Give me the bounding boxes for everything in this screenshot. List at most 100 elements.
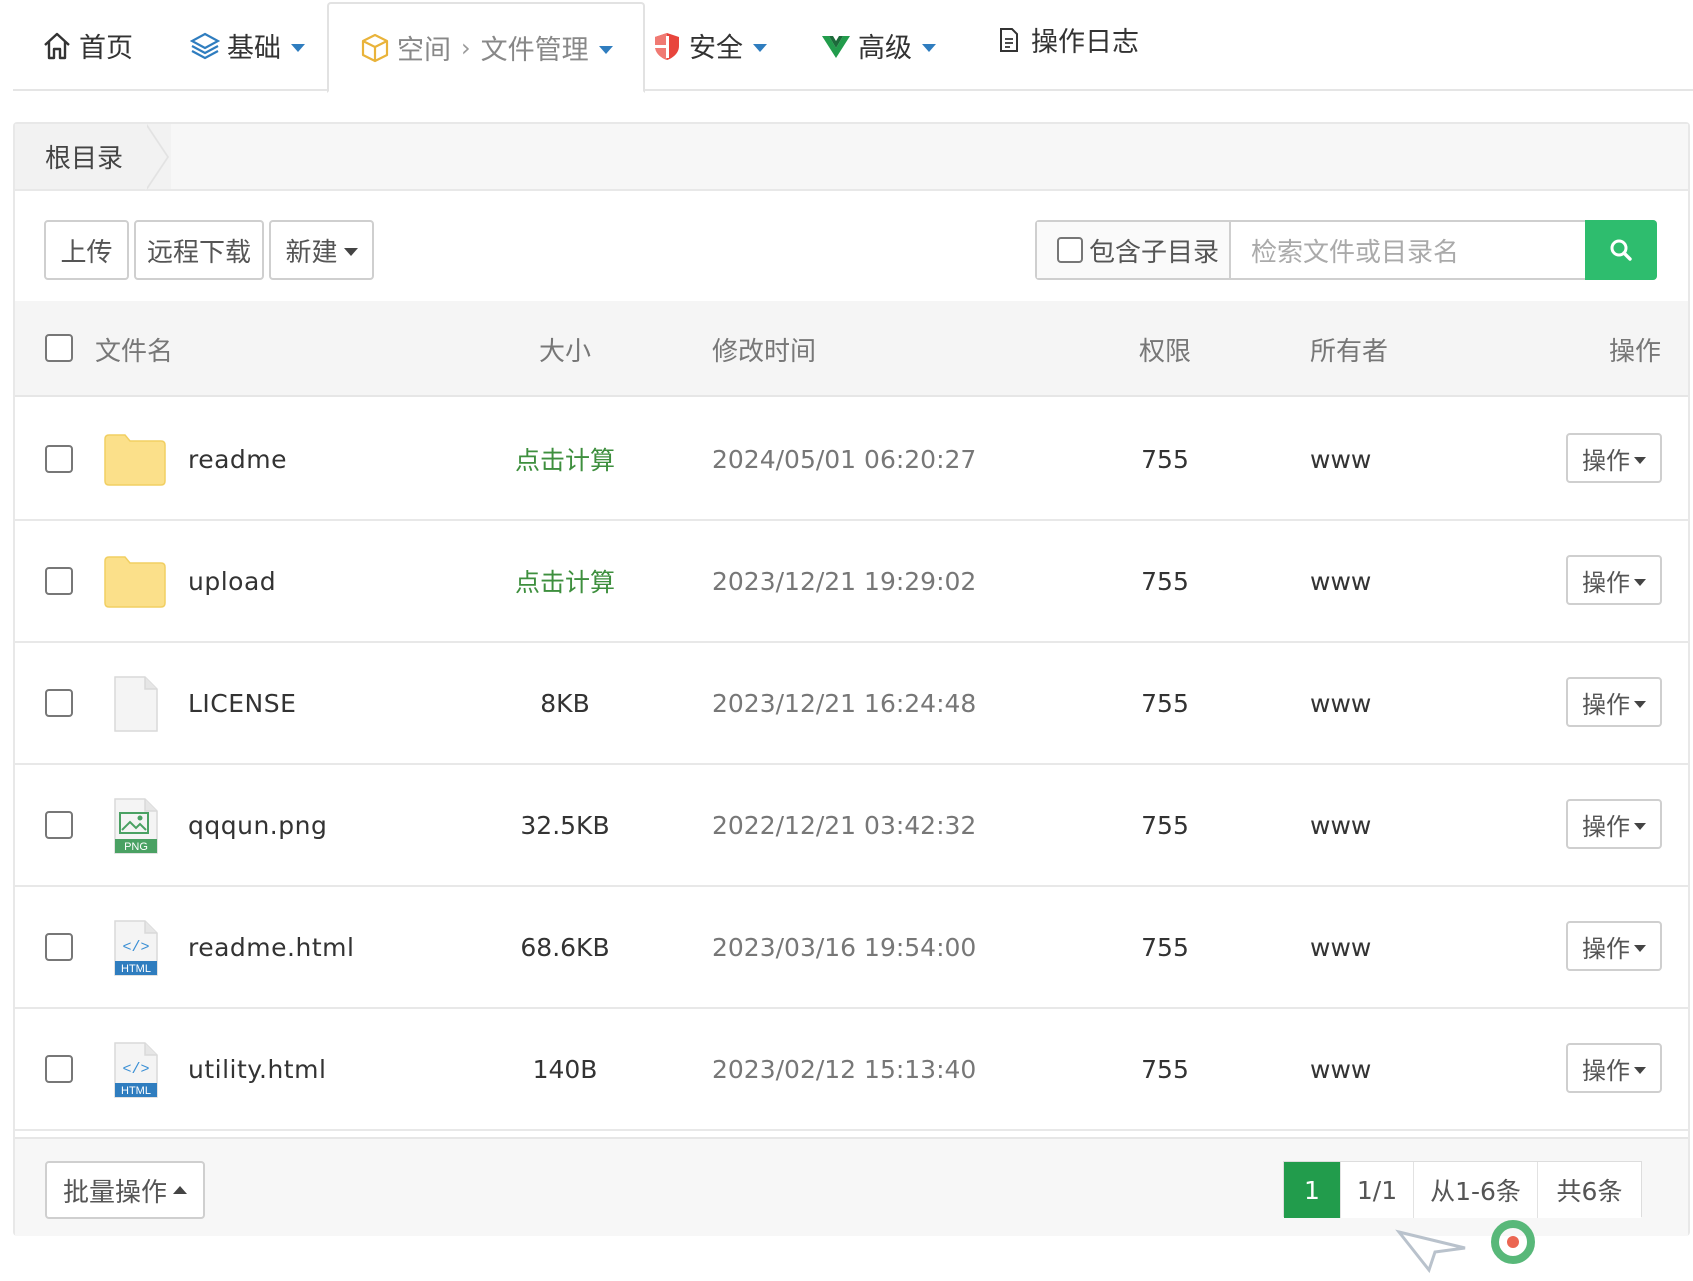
file-mtime: 2023/12/21 16:24:48 [712, 688, 977, 718]
row-ops-label: 操作 [1582, 446, 1630, 475]
row-ops-label: 操作 [1582, 812, 1630, 841]
folder-icon [103, 553, 167, 611]
row-checkbox[interactable] [45, 811, 73, 839]
file-perm[interactable]: 755 [1125, 887, 1205, 1007]
table-row[interactable]: PNG qqqun.png 32.5KB 2022/12/21 03:42:32 755… [15, 765, 1688, 887]
top-nav: 首页 基础 空间 › 文件管理 安全 高级 操作日志 [13, 0, 1693, 93]
file-mtime: 2024/05/01 06:20:27 [712, 444, 977, 474]
select-all-checkbox[interactable] [45, 334, 73, 362]
file-icon [103, 675, 167, 733]
page-range: 从1-6条 [1414, 1162, 1538, 1218]
row-checkbox[interactable] [45, 689, 73, 717]
vue-icon [820, 30, 852, 62]
svg-text:HTML: HTML [121, 963, 151, 975]
row-ops-button[interactable]: 操作 [1566, 1043, 1662, 1093]
col-ops: 操作 [1608, 336, 1661, 367]
row-ops-label: 操作 [1582, 1056, 1630, 1085]
row-checkbox[interactable] [45, 933, 73, 961]
nav-space-label: 空间 [397, 35, 451, 66]
chevron-down-icon [1634, 456, 1646, 464]
row-ops-button[interactable]: 操作 [1566, 677, 1662, 727]
table-header: 文件名 大小 修改时间 权限 所有者 操作 [15, 301, 1688, 397]
include-subdir-toggle[interactable]: 包含子目录 [1037, 222, 1231, 278]
row-ops-label: 操作 [1582, 690, 1630, 719]
search-input[interactable]: 检索文件或目录名 [1231, 222, 1585, 278]
table-row[interactable]: upload 点击计算 2023/12/21 19:29:02 755 www 操作 [15, 521, 1688, 643]
row-ops-button[interactable]: 操作 [1566, 799, 1662, 849]
row-ops-button[interactable]: 操作 [1566, 921, 1662, 971]
file-perm[interactable]: 755 [1125, 399, 1205, 519]
file-size: 32.5KB [520, 810, 610, 840]
nav-basic-label: 基础 [227, 33, 281, 64]
file-name[interactable]: LICENSE [188, 643, 296, 763]
file-perm[interactable]: 755 [1125, 1009, 1205, 1129]
html-file-icon: </> HTML [103, 919, 167, 977]
row-checkbox[interactable] [45, 445, 73, 473]
chevron-right-icon: › [461, 33, 471, 62]
file-name[interactable]: upload [188, 521, 276, 641]
file-name[interactable]: readme [188, 399, 287, 519]
file-perm[interactable]: 755 [1125, 765, 1205, 885]
nav-oplog-label: 操作日志 [1031, 27, 1139, 58]
col-perm: 权限 [1138, 336, 1191, 367]
svg-text:</>: </> [122, 1061, 149, 1078]
breadcrumb-arrow-fill [145, 124, 167, 190]
nav-space[interactable]: 空间 › 文件管理 [327, 2, 645, 93]
nav-basic[interactable]: 基础 [189, 0, 305, 91]
nav-advanced[interactable]: 高级 [820, 0, 936, 91]
batch-ops-button[interactable]: 批量操作 [45, 1161, 205, 1219]
table-row[interactable]: readme 点击计算 2024/05/01 06:20:27 755 www 操作 [15, 399, 1688, 521]
row-ops-button[interactable]: 操作 [1566, 555, 1662, 605]
html-file-icon: </> HTML [103, 1041, 167, 1099]
include-subdir-checkbox[interactable] [1057, 237, 1083, 263]
page-1-button[interactable]: 1 [1284, 1162, 1341, 1218]
file-name[interactable]: readme.html [188, 887, 354, 1007]
file-owner[interactable]: www [1310, 399, 1371, 519]
col-mtime[interactable]: 修改时间 [712, 301, 816, 397]
file-perm[interactable]: 755 [1125, 521, 1205, 641]
search-button[interactable] [1585, 220, 1657, 280]
folder-icon [103, 431, 167, 489]
col-size[interactable]: 大小 [485, 301, 645, 397]
file-owner[interactable]: www [1310, 1009, 1371, 1129]
file-owner[interactable]: www [1310, 765, 1371, 885]
row-ops-label: 操作 [1582, 934, 1630, 963]
nav-oplog[interactable]: 操作日志 [993, 0, 1139, 85]
chevron-down-icon [598, 45, 613, 54]
upload-button[interactable]: 上传 [44, 220, 129, 280]
file-name[interactable]: qqqun.png [188, 765, 327, 885]
file-manager-panel: 根目录 上传 远程下载 新建 包含子目录 检索文件或目录名 文件名 大小 修改时… [13, 122, 1690, 1236]
nav-home[interactable]: 首页 [41, 0, 133, 91]
row-checkbox[interactable] [45, 1055, 73, 1083]
include-subdir-label: 包含子目录 [1089, 237, 1220, 268]
row-ops-button[interactable]: 操作 [1566, 433, 1662, 483]
chevron-down-icon [291, 43, 305, 52]
new-button-label: 新建 [285, 237, 338, 268]
file-owner[interactable]: www [1310, 521, 1371, 641]
file-owner[interactable]: www [1310, 643, 1371, 763]
page-total: 共6条 [1538, 1162, 1641, 1218]
file-mtime: 2023/02/12 15:13:40 [712, 1054, 977, 1084]
search-icon [1610, 239, 1632, 261]
svg-text:</>: </> [122, 939, 149, 956]
file-mtime: 2022/12/21 03:42:32 [712, 810, 977, 840]
nav-security[interactable]: 安全 [651, 0, 767, 91]
remote-download-button[interactable]: 远程下载 [134, 220, 264, 280]
png-label: PNG [124, 841, 148, 853]
page-ratio: 1/1 [1341, 1162, 1414, 1218]
row-checkbox[interactable] [45, 567, 73, 595]
file-size: 140B [532, 1054, 598, 1084]
calc-size-link[interactable]: 点击计算 [485, 399, 645, 519]
table-row[interactable]: </> HTML readme.html 68.6KB 2023/03/16 19:54… [15, 887, 1688, 1009]
file-owner[interactable]: www [1310, 887, 1371, 1007]
new-button[interactable]: 新建 [269, 220, 374, 280]
chevron-down-icon [922, 43, 936, 52]
table-row[interactable]: LICENSE 8KB 2023/12/21 16:24:48 755 www 操作 [15, 643, 1688, 765]
file-size: 8KB [540, 688, 590, 718]
file-name[interactable]: utility.html [188, 1009, 326, 1129]
table-row[interactable]: </> HTML utility.html 140B 2023/02/12 15:13:… [15, 1009, 1688, 1131]
col-name[interactable]: 文件名 [95, 301, 173, 397]
calc-size-link[interactable]: 点击计算 [485, 521, 645, 641]
file-perm[interactable]: 755 [1125, 643, 1205, 763]
nav-home-label: 首页 [79, 33, 133, 64]
